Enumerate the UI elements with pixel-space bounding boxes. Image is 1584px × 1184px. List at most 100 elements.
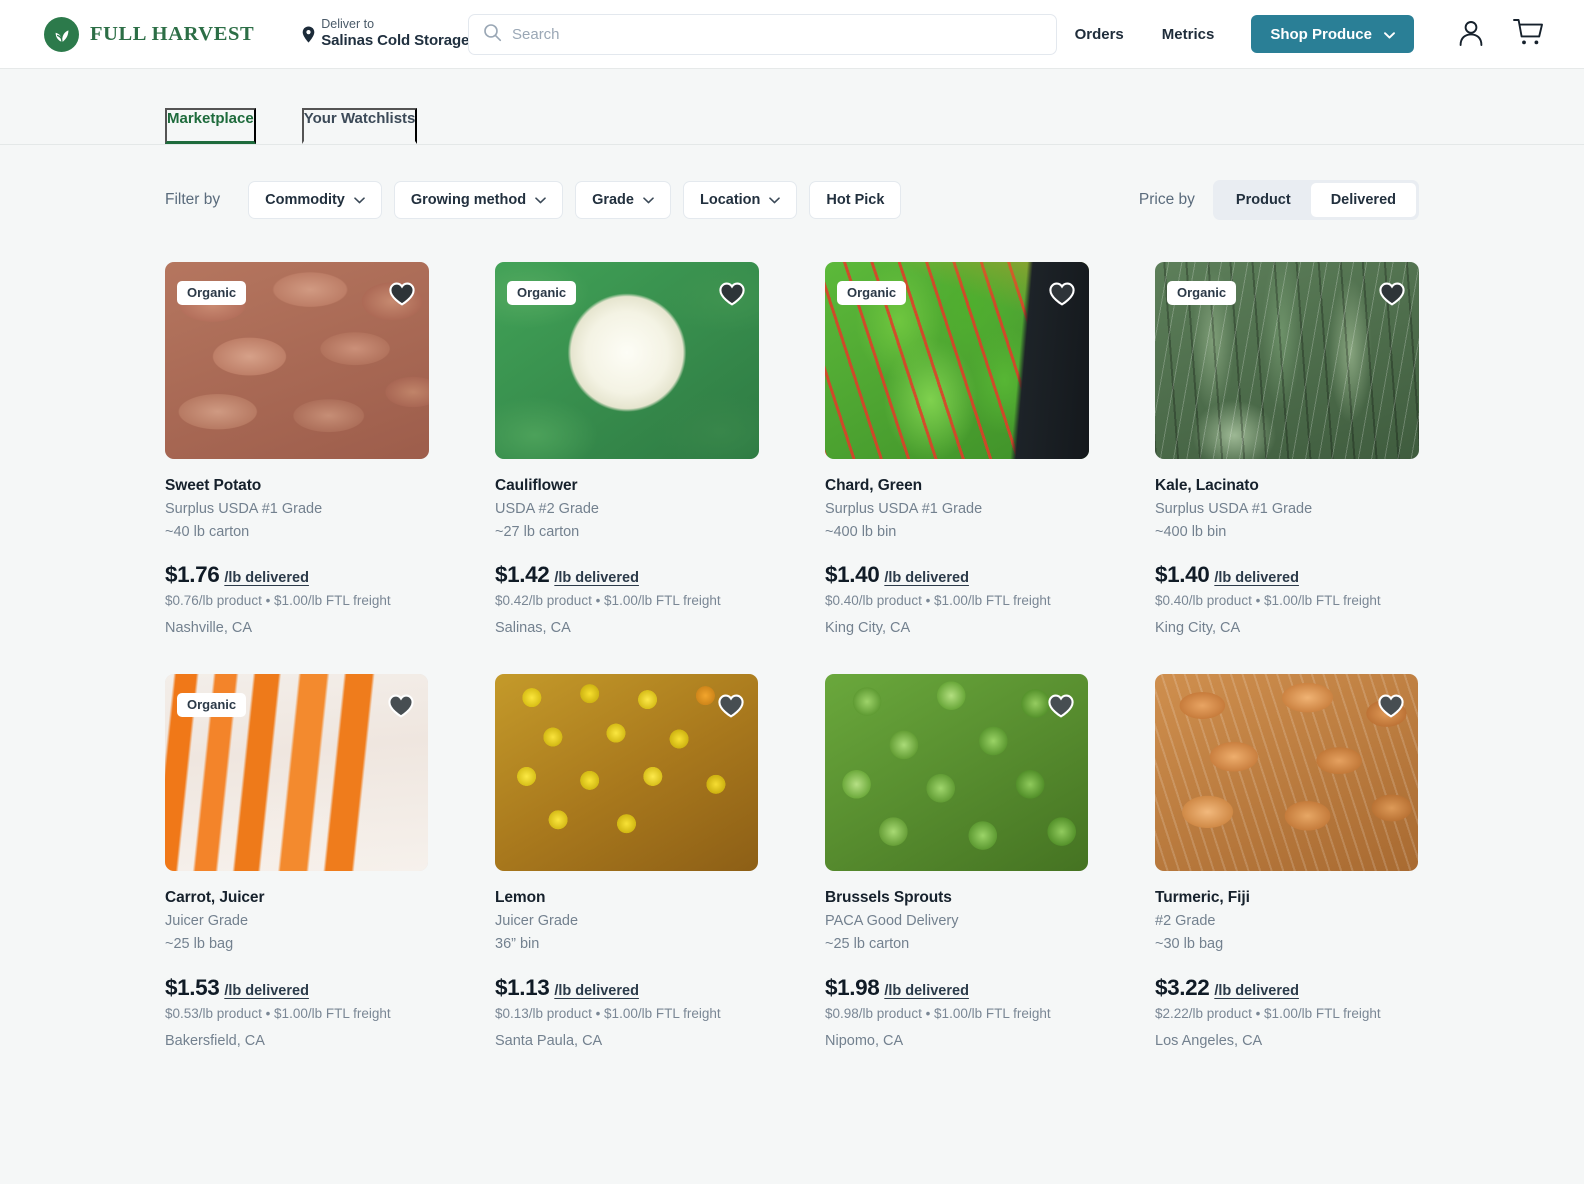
- product-card[interactable]: Turmeric, Fiji #2 Grade ~30 lb bag $3.22…: [1155, 674, 1455, 1049]
- product-image[interactable]: Organic: [165, 674, 428, 872]
- product-price-unit[interactable]: /lb delivered: [884, 570, 969, 586]
- tab-marketplace[interactable]: Marketplace: [165, 108, 256, 144]
- filter-chip-growing-method[interactable]: Growing method: [393, 181, 564, 219]
- product-price-row: $1.53 /lb delivered: [165, 975, 465, 1001]
- favorite-heart-icon[interactable]: [1378, 694, 1404, 718]
- filter-chip-location[interactable]: Location: [682, 181, 798, 219]
- product-card[interactable]: Organic Cauliflower USDA #2 Grade ~27 lb…: [495, 262, 795, 636]
- header-nav: Orders Metrics Shop Produce: [1056, 15, 1544, 53]
- nav-metrics[interactable]: Metrics: [1143, 26, 1234, 43]
- product-grade: Juicer Grade: [495, 913, 579, 930]
- brand-logo[interactable]: FULL HARVEST: [44, 16, 254, 52]
- search-box[interactable]: [468, 14, 1057, 55]
- product-price-unit[interactable]: /lb delivered: [1214, 570, 1299, 586]
- product-price-unit[interactable]: /lb delivered: [224, 983, 309, 999]
- product-pack-size: ~27 lb carton: [495, 524, 580, 541]
- deliver-to-selector[interactable]: Deliver to Salinas Cold Storage: [302, 17, 469, 51]
- filter-chip-commodity[interactable]: Commodity: [248, 181, 382, 219]
- product-image[interactable]: [1155, 674, 1418, 872]
- product-location: Salinas, CA: [495, 620, 571, 637]
- product-price-row: $1.76 /lb delivered: [165, 562, 465, 588]
- product-grade: Surplus USDA #1 Grade: [1155, 501, 1313, 517]
- favorite-heart-icon[interactable]: [1049, 282, 1075, 306]
- product-image[interactable]: Organic: [495, 262, 759, 459]
- favorite-heart-icon[interactable]: [1048, 694, 1074, 718]
- product-price-breakdown: $0.42/lb product • $1.00/lb FTL freight: [495, 593, 721, 609]
- cart-button[interactable]: [1512, 18, 1544, 51]
- product-price-breakdown: $0.13/lb product • $1.00/lb FTL freight: [495, 1005, 721, 1021]
- product-card[interactable]: Brussels Sprouts PACA Good Delivery ~25 …: [825, 674, 1125, 1049]
- chevron-down-icon: [535, 192, 546, 208]
- deliver-to-value: Salinas Cold Storage: [321, 32, 470, 50]
- shop-produce-label: Shop Produce: [1270, 25, 1372, 43]
- product-price-row: $1.13 /lb delivered: [495, 975, 795, 1001]
- nav-orders[interactable]: Orders: [1056, 26, 1143, 43]
- app-header: FULL HARVEST Deliver to Salinas Cold Sto…: [0, 0, 1584, 69]
- search-input[interactable]: [512, 26, 1042, 43]
- product-location: Bakersfield, CA: [165, 1032, 265, 1049]
- product-card[interactable]: Organic Chard, Green Surplus USDA #1 Gra…: [825, 262, 1125, 636]
- account-button[interactable]: [1456, 18, 1486, 51]
- tab-your-watchlists[interactable]: Your Watchlists: [301, 108, 418, 144]
- organic-badge: Organic: [177, 281, 247, 305]
- product-location: Los Angeles, CA: [1155, 1032, 1263, 1049]
- cart-icon: [1512, 18, 1544, 51]
- favorite-heart-icon[interactable]: [718, 694, 744, 718]
- product-price-unit[interactable]: /lb delivered: [224, 570, 309, 586]
- product-price-row: $1.42 /lb delivered: [495, 562, 795, 588]
- product-card[interactable]: Organic Kale, Lacinato Surplus USDA #1 G…: [1155, 262, 1455, 636]
- location-pin-icon: [302, 26, 315, 48]
- filter-bar: Filter by Commodity Growing method Grade…: [0, 145, 1584, 220]
- product-price: $1.76: [165, 562, 220, 588]
- filter-chip-location-label: Location: [699, 192, 761, 208]
- product-grade: Surplus USDA #1 Grade: [165, 501, 323, 517]
- product-name: Carrot, Juicer: [165, 889, 265, 907]
- product-price: $1.53: [165, 974, 220, 1000]
- product-image[interactable]: [825, 674, 1088, 872]
- favorite-heart-icon[interactable]: [388, 694, 414, 718]
- filter-chip-grade-label: Grade: [592, 192, 634, 208]
- product-price: $1.40: [1155, 562, 1210, 588]
- product-name: Brussels Sprouts: [825, 889, 952, 907]
- product-card[interactable]: Lemon Juicer Grade 36” bin $1.13 /lb del…: [495, 674, 795, 1049]
- user-icon: [1456, 18, 1486, 51]
- product-name: Kale, Lacinato: [1155, 477, 1259, 494]
- product-price: $1.98: [825, 974, 880, 1000]
- search-icon: [483, 23, 502, 47]
- filter-chip-hot-pick[interactable]: Hot Pick: [809, 181, 902, 219]
- product-price-row: $1.98 /lb delivered: [825, 975, 1125, 1001]
- product-price-row: $1.40 /lb delivered: [1155, 562, 1455, 588]
- product-card[interactable]: Organic Carrot, Juicer Juicer Grade ~25 …: [165, 674, 465, 1049]
- favorite-heart-icon[interactable]: [1379, 282, 1405, 306]
- product-pack-size: ~25 lb bag: [165, 936, 234, 953]
- filter-chip-hot-pick-label: Hot Pick: [826, 192, 885, 208]
- product-price-unit[interactable]: /lb delivered: [884, 983, 969, 999]
- product-image[interactable]: [495, 674, 758, 872]
- shop-produce-button[interactable]: Shop Produce: [1251, 15, 1414, 53]
- product-image[interactable]: Organic: [165, 262, 429, 459]
- filter-chip-grade[interactable]: Grade: [575, 181, 671, 219]
- price-by-product-option[interactable]: Product: [1216, 183, 1311, 217]
- filter-chip-growing-method-label: Growing method: [410, 192, 527, 208]
- product-grade: PACA Good Delivery: [825, 913, 959, 930]
- product-pack-size: ~25 lb carton: [825, 936, 910, 953]
- product-name: Turmeric, Fiji: [1155, 889, 1250, 907]
- product-price-unit[interactable]: /lb delivered: [1214, 983, 1299, 999]
- product-price-breakdown: $0.40/lb product • $1.00/lb FTL freight: [825, 593, 1051, 609]
- product-card[interactable]: Organic Sweet Potato Surplus USDA #1 Gra…: [165, 262, 465, 636]
- favorite-heart-icon[interactable]: [719, 282, 745, 306]
- favorite-heart-icon[interactable]: [389, 282, 415, 306]
- product-grid: Organic Sweet Potato Surplus USDA #1 Gra…: [0, 220, 1584, 1049]
- product-grade: Juicer Grade: [165, 913, 249, 930]
- product-image[interactable]: Organic: [1155, 262, 1419, 459]
- product-name: Chard, Green: [825, 477, 922, 494]
- product-image[interactable]: Organic: [825, 262, 1089, 459]
- product-price-unit[interactable]: /lb delivered: [554, 983, 639, 999]
- filter-chip-commodity-label: Commodity: [265, 192, 345, 208]
- product-price: $1.40: [825, 562, 880, 588]
- product-price: $3.22: [1155, 974, 1210, 1000]
- price-by-delivered-option[interactable]: Delivered: [1310, 183, 1416, 217]
- product-pack-size: 36” bin: [495, 936, 540, 953]
- product-price-breakdown: $0.53/lb product • $1.00/lb FTL freight: [165, 1005, 391, 1021]
- product-price-unit[interactable]: /lb delivered: [554, 570, 639, 586]
